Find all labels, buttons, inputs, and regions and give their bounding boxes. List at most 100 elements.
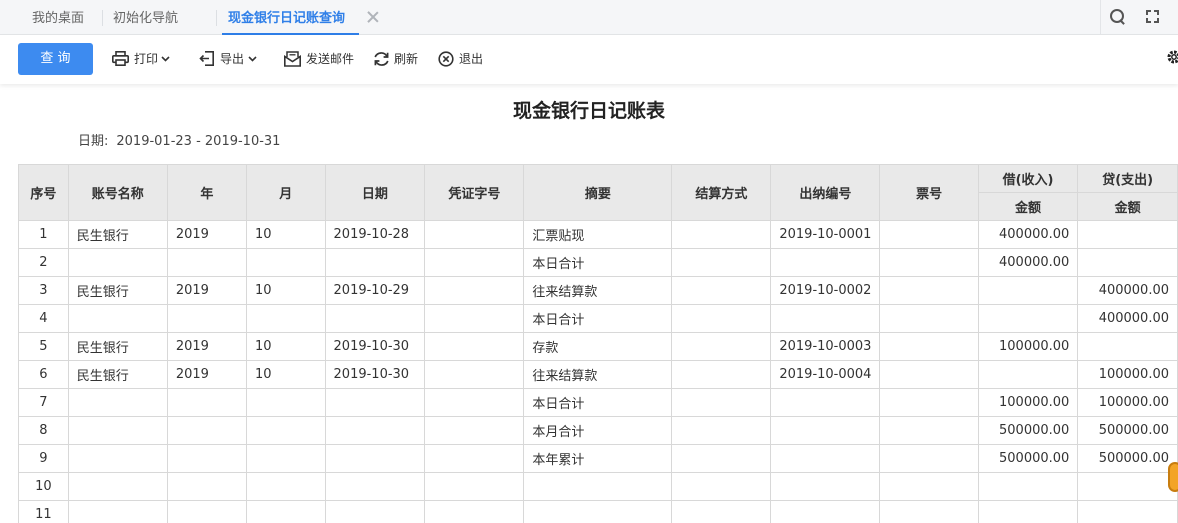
table-row[interactable]: 11 — [18, 500, 1178, 523]
cell-month: 10 — [245, 276, 326, 305]
close-icon[interactable] — [366, 10, 380, 24]
refresh-button[interactable]: 刷新 — [373, 48, 423, 70]
cell-year — [166, 500, 247, 523]
gear-icon[interactable] — [1166, 49, 1178, 65]
fullscreen-icon[interactable] — [1146, 10, 1159, 23]
cell-cashier-no: 2019-10-0002 — [770, 276, 881, 305]
cell-debit-amount: 400000.00 — [977, 248, 1079, 277]
cell-month — [245, 248, 326, 277]
cell-seq: 5 — [18, 332, 69, 361]
cell-settle — [671, 304, 772, 333]
cell-month: 10 — [245, 360, 326, 389]
cell-date — [324, 304, 426, 333]
col-header-settle: 结算方式 — [671, 164, 772, 221]
table-row[interactable]: 1 民生银行 2019 10 2019-10-28 汇票贴现 2019-10-0001 400… — [18, 220, 1178, 249]
cell-seq: 11 — [18, 500, 69, 523]
table-row[interactable]: 8 本月合计 500000.00 500000.00 — [18, 416, 1178, 445]
exit-icon — [438, 51, 454, 67]
table-row[interactable]: 5 民生银行 2019 10 2019-10-30 存款 2019-10-0003 10000… — [18, 332, 1178, 361]
cell-ticket — [879, 304, 979, 333]
cell-debit-amount — [977, 500, 1079, 523]
cell-debit-amount — [977, 276, 1079, 305]
search-icon[interactable] — [1110, 9, 1126, 25]
cell-settle — [671, 416, 772, 445]
cell-cashier-no — [770, 472, 881, 501]
table-row[interactable]: 2 本日合计 400000.00 — [18, 248, 1178, 277]
cell-credit-amount: 400000.00 — [1077, 304, 1178, 333]
table-row[interactable]: 3 民生银行 2019 10 2019-10-29 往来结算款 2019-10-0002 40… — [18, 276, 1178, 305]
table-body: 1 民生银行 2019 10 2019-10-28 汇票贴现 2019-10-0001 400… — [18, 220, 1178, 523]
floating-assistant-icon[interactable] — [1168, 462, 1178, 492]
cell-settle — [671, 472, 772, 501]
cell-voucher — [424, 276, 525, 305]
cell-credit-amount: 100000.00 — [1077, 360, 1178, 389]
chevron-down-icon — [161, 56, 170, 62]
cell-debit-amount: 500000.00 — [977, 416, 1079, 445]
tab-cash-bank-journal[interactable]: 现金银行日记账查询 — [221, 0, 360, 35]
cell-debit-amount: 500000.00 — [977, 444, 1079, 473]
col-header-credit-amount: 金额 — [1077, 192, 1178, 221]
date-label: 日期: — [78, 134, 109, 149]
cell-settle — [671, 332, 772, 361]
cell-date: 2019-10-28 — [324, 220, 426, 249]
date-range-line: 日期: 2019-01-23 - 2019-10-31 — [78, 130, 280, 149]
export-icon — [199, 51, 214, 66]
cell-date — [324, 388, 426, 417]
cell-seq: 2 — [18, 248, 69, 277]
cell-credit-amount — [1077, 472, 1178, 501]
query-button[interactable]: 查 询 — [18, 43, 93, 75]
cell-month — [245, 416, 326, 445]
cell-year — [166, 304, 247, 333]
cell-summary — [523, 472, 673, 501]
table-row[interactable]: 7 本日合计 100000.00 100000.00 — [18, 388, 1178, 417]
tab-init-nav[interactable]: 初始化导航 — [113, 0, 178, 35]
cell-year: 2019 — [166, 276, 247, 305]
cell-account — [67, 444, 168, 473]
cell-cashier-no: 2019-10-0001 — [770, 220, 881, 249]
col-header-credit: 贷(支出) — [1077, 164, 1178, 193]
cell-voucher — [424, 472, 525, 501]
cell-ticket — [879, 332, 979, 361]
cell-year — [166, 416, 247, 445]
refresh-label: 刷新 — [394, 52, 419, 66]
divider — [1100, 0, 1101, 35]
cell-debit-amount — [977, 304, 1079, 333]
cell-month — [245, 472, 326, 501]
cell-month — [245, 388, 326, 417]
print-button[interactable]: 打印 — [112, 48, 174, 70]
cell-account: 民生银行 — [67, 220, 168, 249]
cell-settle — [671, 444, 772, 473]
refresh-icon — [374, 52, 389, 66]
tab-divider — [102, 10, 103, 26]
cell-voucher — [424, 220, 525, 249]
cell-seq: 9 — [18, 444, 69, 473]
cell-date: 2019-10-30 — [324, 332, 426, 361]
cell-settle — [671, 388, 772, 417]
cell-year — [166, 248, 247, 277]
cell-month — [245, 500, 326, 523]
cell-month — [245, 444, 326, 473]
mail-icon — [284, 51, 301, 67]
cell-year: 2019 — [166, 332, 247, 361]
cell-date — [324, 248, 426, 277]
cell-seq: 1 — [18, 220, 69, 249]
cell-account — [67, 500, 168, 523]
cell-ticket — [879, 220, 979, 249]
cell-date: 2019-10-30 — [324, 360, 426, 389]
export-button[interactable]: 导出 — [199, 48, 261, 70]
exit-button[interactable]: 退出 — [438, 48, 488, 70]
table-row[interactable]: 4 本日合计 400000.00 — [18, 304, 1178, 333]
cell-debit-amount: 100000.00 — [977, 332, 1079, 361]
cell-date — [324, 416, 426, 445]
table-row[interactable]: 10 — [18, 472, 1178, 501]
cell-date — [324, 444, 426, 473]
toolbar: 查 询 打印 导出 发送邮件 刷新 退出 — [0, 35, 1178, 84]
send-email-button[interactable]: 发送邮件 — [284, 48, 356, 70]
table-row[interactable]: 9 本年累计 500000.00 500000.00 — [18, 444, 1178, 473]
tab-divider — [216, 10, 217, 26]
table-row[interactable]: 6 民生银行 2019 10 2019-10-30 往来结算款 2019-10-0004 10… — [18, 360, 1178, 389]
col-header-summary: 摘要 — [523, 164, 673, 221]
cell-debit-amount — [977, 360, 1079, 389]
tab-my-desktop[interactable]: 我的桌面 — [32, 0, 84, 35]
cell-date — [324, 472, 426, 501]
